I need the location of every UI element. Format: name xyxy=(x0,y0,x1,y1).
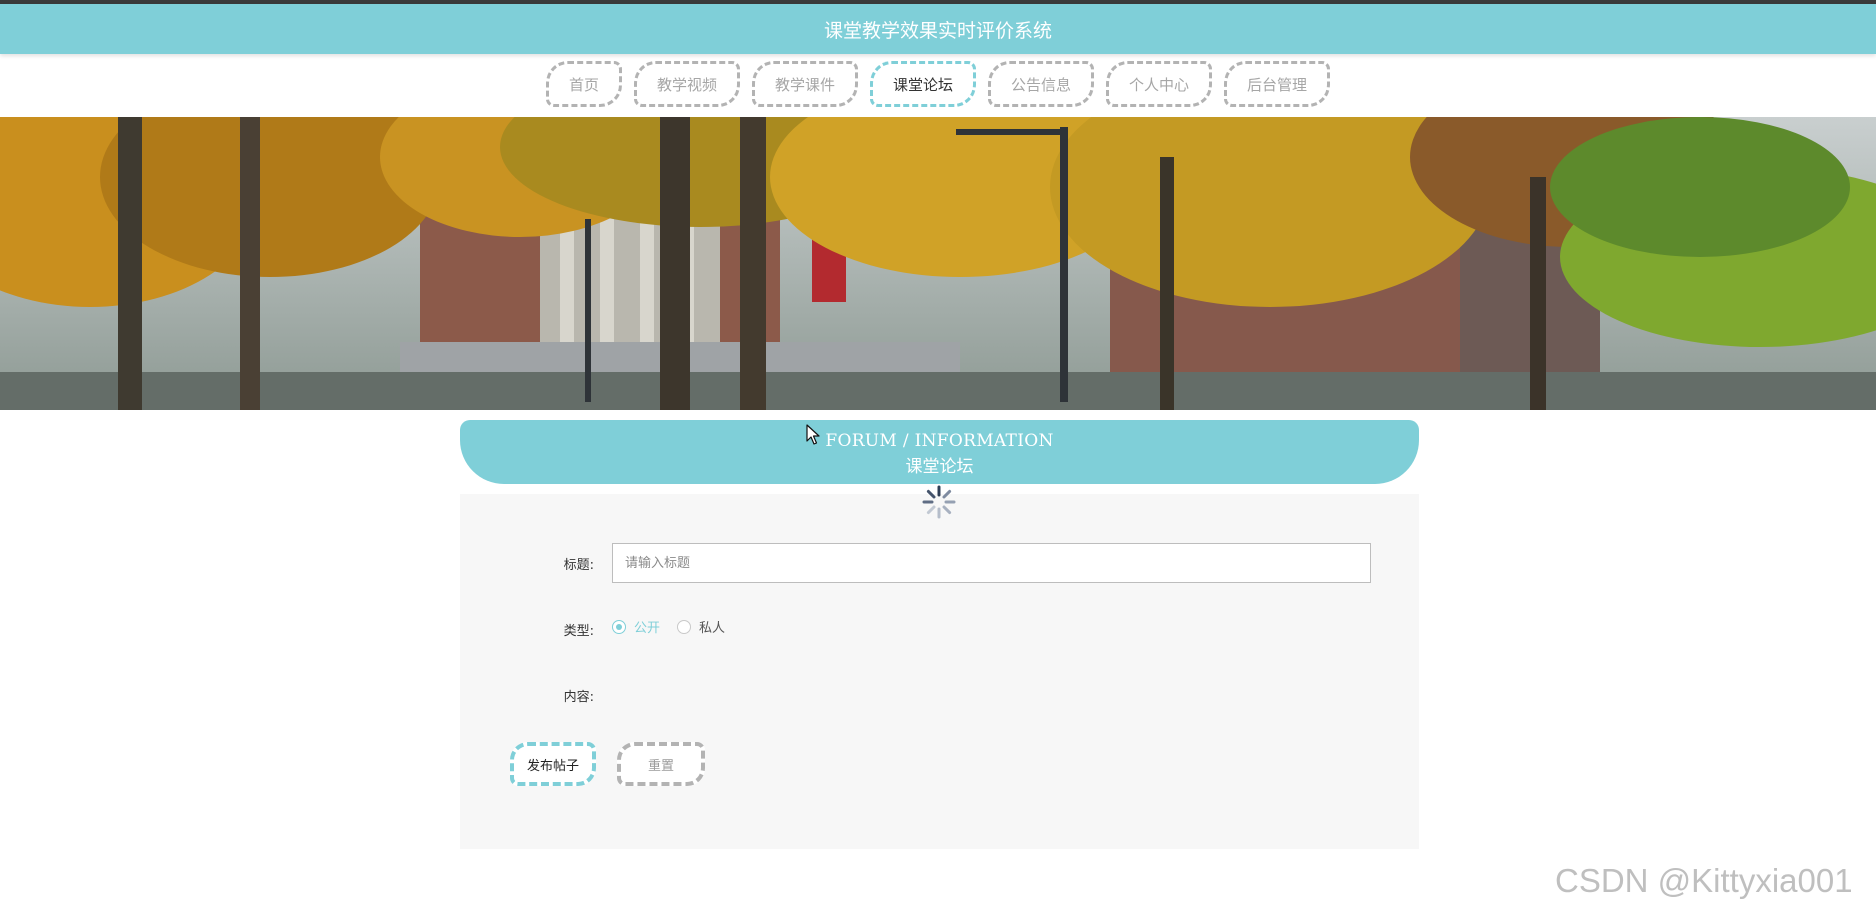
section-title-cn: 课堂论坛 xyxy=(905,457,974,477)
watermark-text: CSDN @Kittyxia001 xyxy=(1555,862,1853,899)
type-label: 类型: xyxy=(563,624,594,639)
type-option-private-label: 私人 xyxy=(699,621,726,636)
radio-unchecked-icon xyxy=(677,619,691,634)
type-option-private[interactable]: 私人 xyxy=(677,617,725,636)
radio-checked-icon xyxy=(612,619,626,634)
title-input[interactable] xyxy=(612,543,1371,583)
section-title-en: FORUM / INFORMATION xyxy=(825,431,1054,451)
main-nav: 首页 教学视频 教学课件 课堂论坛 公告信息 个人中心 后台管理 xyxy=(0,60,1876,108)
campus-banner-image xyxy=(0,117,1876,410)
nav-item-courseware[interactable]: 教学课件 xyxy=(751,61,858,107)
nav-item-teaching-videos[interactable]: 教学视频 xyxy=(633,61,740,107)
type-option-public[interactable]: 公开 xyxy=(612,617,660,636)
type-option-public-label: 公开 xyxy=(634,621,661,636)
reset-button[interactable]: 重置 xyxy=(617,742,705,786)
site-title: 课堂教学效果实时评价系统 xyxy=(823,19,1052,42)
nav-item-forum[interactable]: 课堂论坛 xyxy=(869,61,976,107)
title-label: 标题: xyxy=(563,558,594,573)
site-header: 课堂教学效果实时评价系统 xyxy=(0,4,1876,54)
arrow-cursor-icon xyxy=(806,424,820,445)
nav-item-personal-center[interactable]: 个人中心 xyxy=(1106,61,1213,107)
forum-section-header: FORUM / INFORMATION 课堂论坛 xyxy=(460,420,1419,484)
nav-item-announcements[interactable]: 公告信息 xyxy=(988,61,1095,107)
content-label: 内容: xyxy=(563,690,594,705)
submit-post-button[interactable]: 发布帖子 xyxy=(510,742,596,786)
nav-item-home[interactable]: 首页 xyxy=(545,61,622,107)
loading-spinner-icon xyxy=(922,485,956,519)
nav-item-admin[interactable]: 后台管理 xyxy=(1224,61,1331,107)
